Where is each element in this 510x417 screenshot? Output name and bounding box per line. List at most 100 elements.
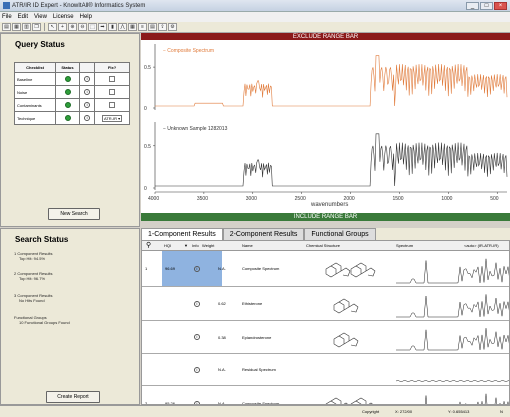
- status-ok-icon: [64, 88, 71, 95]
- search-status-item: 2 Component Results Top Hit: 96.7%: [14, 271, 52, 281]
- name-cell: Residual Spectrum: [242, 367, 276, 372]
- col-spectrum[interactable]: Spectrum: [396, 243, 413, 248]
- bars-icon[interactable]: ▮: [108, 23, 117, 31]
- export-icon[interactable]: ⇪: [158, 23, 167, 31]
- copy-icon[interactable]: ❐: [32, 23, 41, 31]
- checklist-table: Checklist Status Fix? Baseline i Noise i…: [13, 62, 130, 125]
- menu-license[interactable]: License: [53, 14, 74, 20]
- info-icon[interactable]: i: [84, 102, 91, 108]
- col-hqi[interactable]: HQI: [164, 243, 171, 248]
- save-icon[interactable]: ▦: [12, 23, 21, 31]
- arrow-icon[interactable]: ➡: [98, 23, 107, 31]
- x-tick-label: 4000: [148, 196, 159, 202]
- row-info-icon[interactable]: i: [194, 386, 200, 404]
- hqi-cell: 96.69: [162, 251, 222, 286]
- maximize-button[interactable]: □: [480, 2, 493, 10]
- row-info-icon[interactable]: i: [194, 287, 200, 320]
- col-structure[interactable]: Chemical Structure: [306, 243, 340, 248]
- table-row[interactable]: i N.A. Residual Spectrum: [142, 354, 509, 386]
- row-info-icon[interactable]: i: [194, 321, 200, 353]
- x-readout: X: 272/00: [395, 409, 413, 414]
- open-icon[interactable]: ▤: [2, 23, 11, 31]
- menu-edit[interactable]: Edit: [18, 14, 28, 20]
- query-status-title: Query Status: [15, 40, 65, 49]
- pin-icon[interactable]: ⚲: [146, 241, 151, 249]
- peaks-icon[interactable]: ⋀: [118, 23, 127, 31]
- info-icon[interactable]: i: [84, 76, 91, 82]
- menu-view[interactable]: View: [34, 14, 47, 20]
- zoom-icon[interactable]: ⊕: [68, 23, 77, 31]
- results-tabs: 1-Component Results 2-Component Results …: [141, 228, 510, 240]
- chemical-structure-thumbnail: [306, 356, 386, 384]
- row-info-icon[interactable]: i: [194, 251, 200, 286]
- search-status-line: Top Hit: 94.5%: [19, 256, 46, 261]
- info-icon[interactable]: i: [84, 89, 91, 95]
- checklist-name: Contaminants: [13, 98, 57, 112]
- spectrum-chart-svg[interactable]: 0.5 0 − Composite Spectrum 0.5 0 − Unknown Sa…: [141, 40, 510, 213]
- crosshair-icon[interactable]: +: [58, 23, 67, 31]
- query-status-panel: Query Status Checklist Status Fix? Basel…: [0, 33, 140, 227]
- table-row[interactable]: i 0.62 Ethisterone: [142, 287, 509, 321]
- tab-functional-groups[interactable]: Functional Groups: [304, 228, 376, 240]
- status-tail: N: [500, 409, 503, 414]
- table-row[interactable]: 1 96.69 i N.A. Composite Spectrum: [142, 251, 509, 287]
- checklist-name: Noise: [13, 85, 57, 99]
- col-info[interactable]: Info: [192, 243, 199, 248]
- include-range-bar[interactable]: INCLUDE RANGE BAR: [141, 213, 510, 221]
- new-search-label: New Search: [60, 211, 88, 217]
- col-name[interactable]: Name: [242, 243, 253, 248]
- search-status-item: 3 Component Results No Hits Found: [14, 293, 52, 303]
- fix-checkbox[interactable]: [109, 101, 116, 108]
- chemical-structure-thumbnail: [333, 332, 359, 348]
- col-weight[interactable]: Weight: [202, 243, 214, 248]
- technique-value: ATR-IR: [103, 115, 118, 121]
- search-status-panel: Search Status 1 Component Results Top Hi…: [0, 228, 140, 405]
- new-search-button[interactable]: New Search: [48, 208, 100, 220]
- fix-checkbox[interactable]: [109, 88, 116, 95]
- tab-1-component-results[interactable]: 1-Component Results: [141, 228, 223, 240]
- row-info-icon[interactable]: i: [194, 354, 200, 385]
- col-info: [78, 62, 96, 73]
- spectrum-chart-area[interactable]: 0.5 0 − Composite Spectrum 0.5 0 − Unknown Sa…: [141, 40, 510, 213]
- toolbar: ▤ ▦ ▥ ❐ ↖ + ⊕ ⊖ ⬚ ➡ ▮ ⋀ ▦ ≡ ▤ ⇪ ⚙: [0, 22, 510, 33]
- weight-cell: 0.62: [218, 301, 226, 306]
- results-grid: ⚲ HQI ▼ Info Weight Name Chemical Struct…: [141, 240, 510, 405]
- col-spectrum-source[interactable]: <auto> (IR-ATR-IR): [464, 243, 499, 248]
- search-status-line: Top Hit: 96.7%: [19, 276, 46, 281]
- fix-checkbox[interactable]: [109, 75, 116, 82]
- checklist-row: Baseline i: [13, 72, 130, 86]
- filter-icon[interactable]: ▼: [184, 243, 188, 248]
- list-icon[interactable]: ≡: [138, 23, 147, 31]
- checklist-header-row: Checklist Status Fix?: [13, 62, 130, 73]
- create-report-button[interactable]: Create Report: [46, 391, 100, 403]
- info-icon[interactable]: i: [84, 115, 91, 121]
- zoom-out-icon[interactable]: ⊖: [78, 23, 87, 31]
- title-bar: ATR/IR ID Expert - KnowItAll® Informatic…: [0, 0, 510, 12]
- grid-icon[interactable]: ▦: [128, 23, 137, 31]
- minimize-button[interactable]: _: [466, 2, 479, 10]
- spectrum-thumbnail: [396, 258, 509, 284]
- settings-icon[interactable]: ⚙: [168, 23, 177, 31]
- x-tick-label: 2500: [295, 196, 306, 202]
- pointer-icon[interactable]: ↖: [48, 23, 57, 31]
- menu-file[interactable]: File: [2, 14, 12, 20]
- close-button[interactable]: ×: [494, 2, 507, 10]
- table-row[interactable]: i 0.38 Epiandrosterone: [142, 321, 509, 354]
- x-tick-label: 1000: [441, 196, 452, 202]
- menu-help[interactable]: Help: [80, 14, 92, 20]
- status-bar: Copyright X: 272/00 Y: 0.655413 N: [0, 405, 510, 417]
- checklist-name: Baseline: [13, 72, 57, 86]
- y-tick-label: 0: [144, 186, 147, 192]
- col-fix: Fix?: [94, 62, 130, 73]
- menu-bar: File Edit View License Help: [0, 12, 510, 22]
- technique-dropdown[interactable]: ATR-IR ▾: [101, 114, 123, 122]
- tab-2-component-results[interactable]: 2-Component Results: [222, 228, 305, 240]
- fit-icon[interactable]: ⬚: [88, 23, 97, 31]
- table-icon[interactable]: ▤: [148, 23, 157, 31]
- print-icon[interactable]: ▥: [22, 23, 31, 31]
- status-ok-icon: [64, 75, 71, 82]
- hqi-cell: [162, 287, 222, 320]
- chemical-structure-thumbnail: [333, 298, 359, 314]
- spectrum-thumbnail: [396, 380, 509, 382]
- table-row[interactable]: 2 95.26 i N.A. Composite Spectrum: [142, 386, 509, 404]
